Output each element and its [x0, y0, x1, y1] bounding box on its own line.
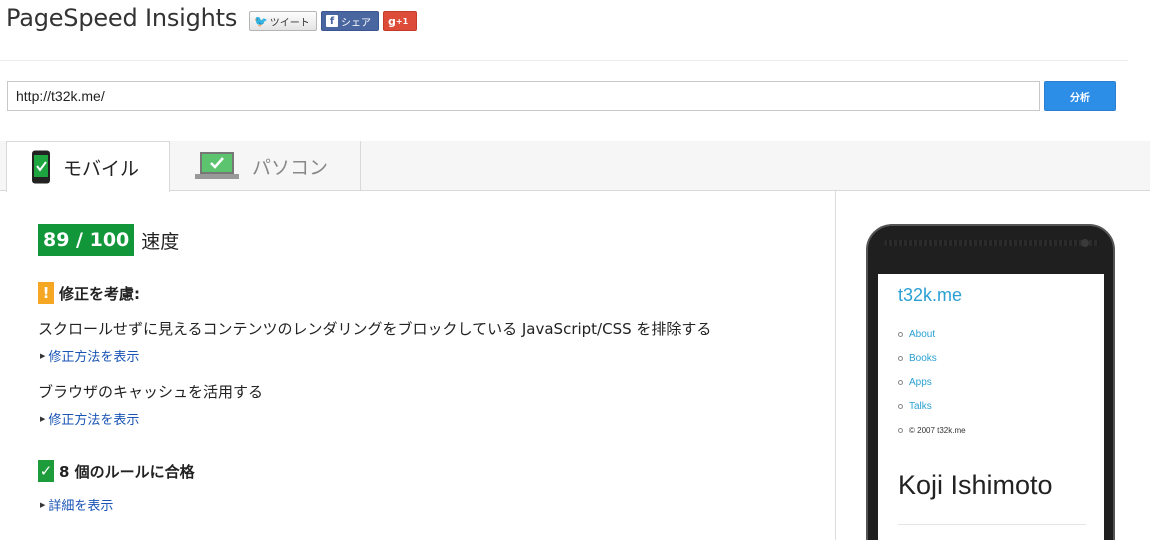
show-fix-link[interactable]: ▶ 修正方法を表示 [40, 346, 139, 365]
facebook-icon: f [326, 15, 338, 27]
preview-nav: About Books Apps Talks © 2007 t32k.me [898, 322, 966, 442]
consider-heading-text: 修正を考慮: [59, 284, 140, 303]
show-fix-link[interactable]: ▶ 修正方法を表示 [40, 409, 139, 428]
show-details-link-text: 詳細を表示 [48, 499, 114, 514]
social-buttons: 🐦 ツイート f シェア g +1 [249, 11, 417, 31]
phone-camera [1081, 239, 1089, 247]
show-fix-link-text: 修正方法を表示 [48, 413, 140, 428]
passed-heading-text: 8 個のルールに合格 [59, 462, 195, 481]
show-fix-link-text: 修正方法を表示 [48, 350, 140, 365]
passed-heading: ✓ 8 個のルールに合格 [38, 460, 195, 482]
show-details-link[interactable]: ▶ 詳細を表示 [40, 495, 113, 514]
tab-desktop[interactable]: パソコン [170, 141, 361, 191]
laptop-icon [195, 152, 239, 179]
expand-triangle-icon: ▶ [40, 351, 46, 360]
tab-desktop-label: パソコン [252, 156, 329, 179]
tab-mobile[interactable]: モバイル [6, 141, 170, 192]
rule-text: スクロールせずに見えるコンテンツのレンダリングをブロックしている JavaScr… [38, 320, 712, 338]
tweet-label: ツイート [269, 17, 310, 29]
mobile-phone-icon [32, 150, 50, 184]
facebook-share-button[interactable]: f シェア [321, 11, 379, 31]
preview-divider [898, 524, 1086, 525]
score-badge: 89 / 100 [38, 224, 135, 256]
expand-triangle-icon: ▶ [40, 414, 46, 423]
consider-heading: ! 修正を考慮: [38, 282, 140, 304]
phone-preview: t32k.me About Books Apps Talks © 2007 t3… [866, 224, 1115, 540]
preview-nav-item: Books [898, 346, 966, 370]
page-title: PageSpeed Insights [6, 4, 238, 32]
expand-triangle-icon: ▶ [40, 500, 46, 509]
tweet-button[interactable]: 🐦 ツイート [249, 11, 317, 31]
phone-screen: t32k.me About Books Apps Talks © 2007 t3… [878, 274, 1104, 540]
twitter-bird-icon: 🐦 [254, 14, 268, 28]
rule-text: ブラウザのキャッシュを活用する [38, 383, 264, 401]
url-input[interactable] [7, 81, 1040, 111]
phone-speaker-grill [884, 240, 1099, 246]
google-plus-button[interactable]: g +1 [383, 11, 417, 31]
warning-icon: ! [38, 282, 54, 304]
preview-author-name: Koji Ishimoto [898, 470, 1053, 500]
device-tabs: モバイル パソコン [0, 141, 1150, 192]
preview-site-title: t32k.me [898, 285, 963, 305]
preview-nav-item: Talks [898, 394, 966, 418]
header-divider [0, 60, 1128, 61]
gplus-label: +1 [395, 16, 409, 26]
google-plus-icon: g [388, 14, 396, 28]
preview-copyright: © 2007 t32k.me [898, 418, 966, 442]
panel-divider [835, 191, 836, 540]
analyze-button[interactable]: 分析 [1044, 81, 1116, 111]
score-row: 89 / 100 速度 [38, 224, 179, 256]
score-label: 速度 [141, 230, 180, 253]
preview-nav-item: Apps [898, 370, 966, 394]
check-icon: ✓ [38, 460, 54, 482]
preview-nav-item: About [898, 322, 966, 346]
share-label: シェア [341, 17, 371, 29]
tab-mobile-label: モバイル [63, 157, 140, 180]
